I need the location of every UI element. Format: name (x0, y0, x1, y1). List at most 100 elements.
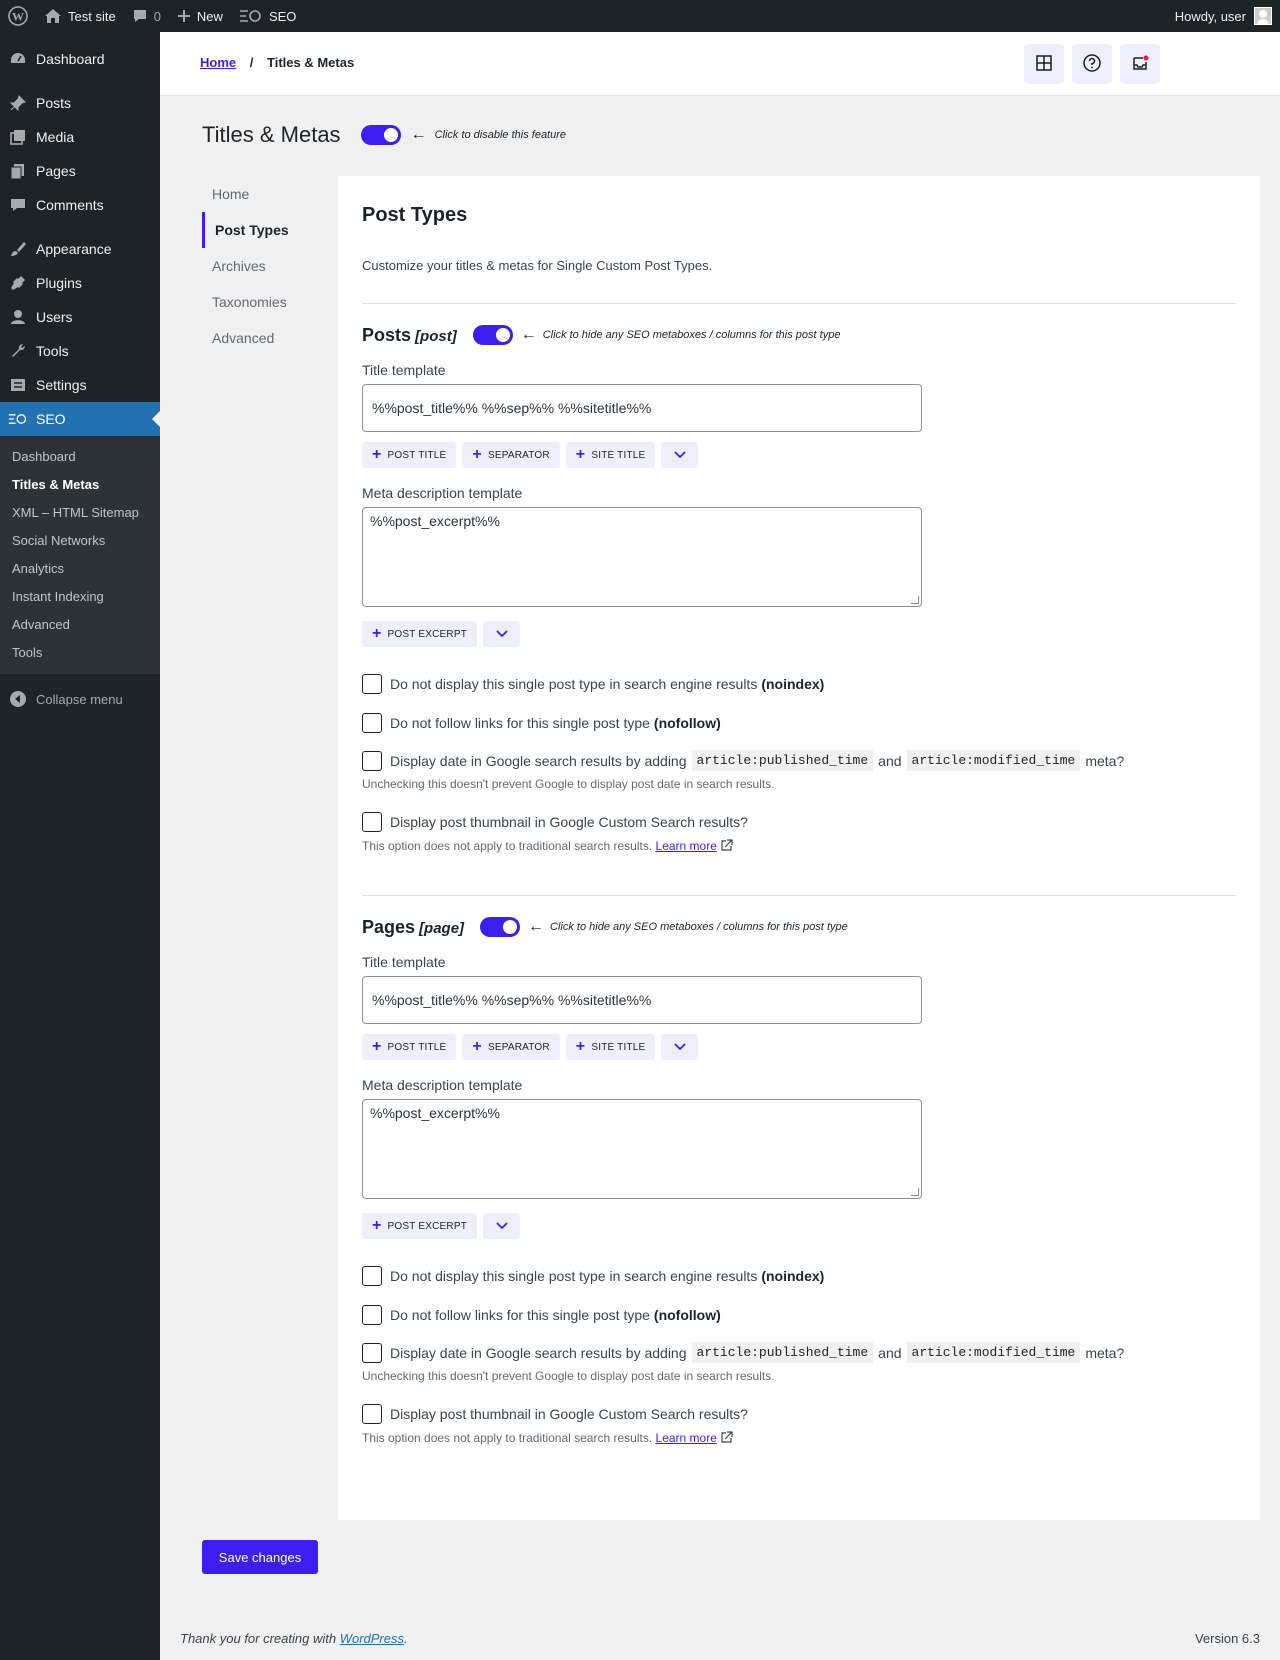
arrow-left-icon: ← (528, 918, 545, 935)
insert-variable-button[interactable]: + POST EXCERPT (362, 621, 478, 647)
nofollow-option: Do not follow links for this single post… (362, 713, 1236, 733)
plus-icon: + (372, 1038, 382, 1055)
title-template-input[interactable]: %%post_title%% %%sep%% %%sitetitle%% (362, 976, 922, 1024)
external-link-icon (720, 1431, 733, 1447)
submenu-sitemap[interactable]: XML – HTML Sitemap (0, 499, 160, 527)
menu-posts[interactable]: Posts (0, 86, 160, 120)
post-type-name: Pages (362, 916, 416, 937)
noindex-checkbox[interactable] (362, 1266, 382, 1286)
resize-handle[interactable] (911, 596, 919, 604)
feature-toggle[interactable] (360, 125, 401, 145)
title-template-label: Title template (362, 954, 446, 970)
more-variables-button[interactable] (661, 442, 699, 468)
subnav-taxonomies[interactable]: Taxonomies (202, 284, 330, 320)
site-name-link[interactable]: Test site (36, 0, 124, 32)
thumbnail-label: Display post thumbnail in Google Custom … (390, 1406, 748, 1422)
noindex-checkbox[interactable] (362, 674, 382, 694)
breadcrumb-home-link[interactable]: Home (200, 55, 236, 70)
variable-label: POST TITLE (387, 1041, 447, 1053)
submenu-tools[interactable]: Tools (0, 639, 160, 667)
post-type-toggle[interactable] (480, 917, 521, 937)
menu-comments[interactable]: Comments (0, 188, 160, 222)
wordpress-link[interactable]: WordPress (340, 1631, 404, 1646)
menu-plugins[interactable]: Plugins (0, 266, 160, 300)
wordpress-logo-icon[interactable]: W (0, 0, 36, 32)
menu-settings[interactable]: Settings (0, 368, 160, 402)
insert-variable-button[interactable]: + SITE TITLE (565, 1034, 656, 1060)
submenu-social[interactable]: Social Networks (0, 527, 160, 555)
more-variables-button[interactable] (661, 1034, 699, 1060)
learn-more-link[interactable]: Learn more (656, 1431, 717, 1445)
date-checkbox[interactable] (362, 1342, 382, 1363)
insert-variable-button[interactable]: + POST TITLE (362, 1034, 457, 1060)
submenu-advanced[interactable]: Advanced (0, 611, 160, 639)
insert-variable-button[interactable]: + SITE TITLE (565, 442, 656, 468)
modified-time-code: article:modified_time (906, 1342, 1081, 1363)
nofollow-option: Do not follow links for this single post… (362, 1305, 1236, 1325)
thumbnail-note-text: This option does not apply to traditiona… (362, 1431, 653, 1445)
my-account[interactable]: Howdy, user (1175, 7, 1280, 25)
published-time-code: article:published_time (691, 750, 874, 771)
submenu-titles-metas[interactable]: Titles & Metas (0, 471, 160, 499)
comments-link[interactable]: 0 (124, 0, 169, 32)
submenu-dashboard[interactable]: Dashboard (0, 443, 160, 471)
save-changes-button[interactable]: Save changes (202, 1540, 318, 1574)
meta-description-textarea[interactable]: %%post_excerpt%% (362, 1099, 922, 1199)
more-variables-button[interactable] (483, 1213, 521, 1239)
grid-menu-button[interactable] (1024, 44, 1064, 84)
menu-users[interactable]: Users (0, 300, 160, 334)
resize-handle[interactable] (911, 1188, 919, 1196)
help-icon (1082, 53, 1102, 76)
noindex-option: Do not display this single post type in … (362, 674, 1236, 694)
comments-count: 0 (153, 8, 161, 24)
post-type-slug: [page] (419, 919, 465, 937)
breadcrumb: Home / Titles & Metas (200, 55, 354, 70)
learn-more-link[interactable]: Learn more (656, 839, 717, 853)
modified-time-code: article:modified_time (906, 750, 1081, 771)
title-template-input[interactable]: %%post_title%% %%sep%% %%sitetitle%% (362, 384, 922, 432)
title-template-label: Title template (362, 362, 446, 378)
post-type-hint: ← Click to hide any SEO metaboxes / colum… (513, 326, 841, 344)
nofollow-checkbox[interactable] (362, 1305, 382, 1325)
menu-seo[interactable]: SEO (0, 402, 160, 436)
submenu-instant-indexing[interactable]: Instant Indexing (0, 583, 160, 611)
post-type-section: Pages [page] ← Click to hide any SEO metab… (362, 896, 1236, 1447)
menu-media[interactable]: Media (0, 120, 160, 154)
menu-label: Appearance (36, 241, 112, 257)
subnav-post-types[interactable]: Post Types (202, 212, 330, 248)
svg-text:W: W (12, 10, 24, 24)
meta-description-textarea[interactable]: %%post_excerpt%% (362, 507, 922, 607)
thumbnail-checkbox[interactable] (362, 812, 382, 832)
nofollow-checkbox[interactable] (362, 713, 382, 733)
subnav-advanced[interactable]: Advanced (202, 320, 330, 356)
insert-variable-button[interactable]: + POST TITLE (362, 442, 457, 468)
menu-dashboard[interactable]: Dashboard (0, 42, 160, 76)
menu-tools[interactable]: Tools (0, 334, 160, 368)
date-checkbox[interactable] (362, 750, 382, 771)
settings-subnav: Home Post Types Archives Taxonomies Adva… (202, 176, 330, 356)
notifications-button[interactable] (1120, 44, 1160, 84)
pin-icon (8, 93, 28, 113)
new-content-link[interactable]: New (169, 0, 231, 32)
menu-pages[interactable]: Pages (0, 154, 160, 188)
thumbnail-option: Display post thumbnail in Google Custom … (362, 1404, 1236, 1424)
subnav-home[interactable]: Home (202, 176, 330, 212)
insert-variable-button[interactable]: + SEPARATOR (462, 1034, 560, 1060)
insert-variable-button[interactable]: + SEPARATOR (462, 442, 560, 468)
help-button[interactable] (1072, 44, 1112, 84)
post-type-toggle[interactable] (472, 325, 513, 345)
seo-adminbar-link[interactable]: SEO (231, 0, 304, 32)
submenu-analytics[interactable]: Analytics (0, 555, 160, 583)
section-title: Posts [post] (362, 325, 457, 346)
thumbnail-checkbox[interactable] (362, 1404, 382, 1424)
collapse-menu-button[interactable]: Collapse menu (0, 682, 160, 716)
settings-card: Post Types Customize your titles & metas… (338, 176, 1260, 1520)
subnav-archives[interactable]: Archives (202, 248, 330, 284)
nofollow-bold: (nofollow) (653, 1307, 721, 1323)
chevron-down-icon (495, 1222, 508, 1230)
menu-appearance[interactable]: Appearance (0, 232, 160, 266)
plus-icon: + (575, 1038, 586, 1055)
more-variables-button[interactable] (483, 621, 521, 647)
insert-variable-button[interactable]: + POST EXCERPT (362, 1213, 478, 1239)
chevron-down-icon (495, 630, 508, 638)
